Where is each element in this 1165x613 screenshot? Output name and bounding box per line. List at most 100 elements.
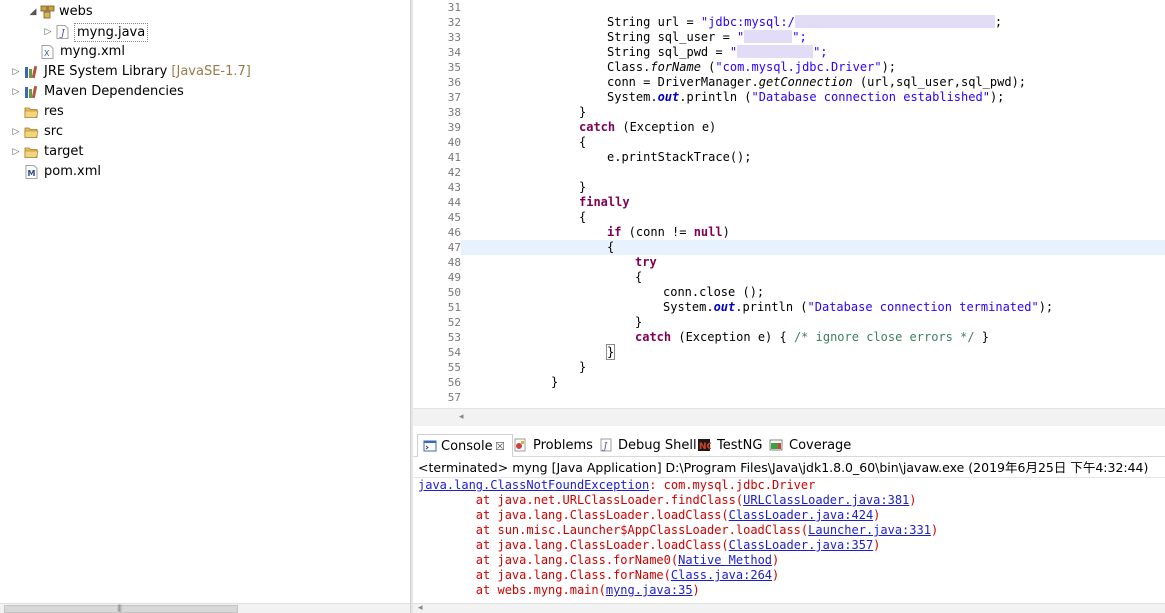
folder-icon: [24, 127, 39, 138]
testng-icon: NG: [698, 439, 711, 452]
line-number: 49: [447, 271, 461, 284]
source-location-link[interactable]: ClassLoader.java:357: [729, 538, 874, 552]
keyword-token: if: [607, 225, 622, 239]
code-line[interactable]: }: [635, 315, 642, 330]
scroll-left-arrow-icon[interactable]: ◂: [418, 603, 423, 613]
code-line[interactable]: }: [605, 344, 616, 360]
line-number: 43: [447, 181, 461, 194]
code-line[interactable]: conn = DriverManager.getConnection (url,…: [607, 75, 1026, 90]
source-location-link[interactable]: myng.java:35: [606, 583, 693, 597]
tab-label: Console: [441, 439, 493, 454]
code-line[interactable]: e.printStackTrace();: [607, 150, 752, 165]
tab-console[interactable]: Console ☒: [417, 434, 513, 457]
close-icon[interactable]: ☒: [495, 435, 505, 458]
tree-item-src[interactable]: ▷ src: [0, 122, 400, 142]
code-line[interactable]: }: [579, 360, 586, 375]
line-number: 57: [447, 391, 461, 404]
tree-item-myng-java[interactable]: ▷ J myng.java: [0, 22, 400, 42]
code-token: (conn !=: [621, 225, 694, 239]
stack-frame: at java.lang.Class.forName0(Native Metho…: [418, 553, 779, 568]
collapsed-arrow-icon[interactable]: ▷: [43, 22, 53, 42]
code-line[interactable]: catch (Exception e): [579, 120, 716, 135]
tree-item-maven-dependencies[interactable]: ▷ Maven Dependencies: [0, 82, 400, 102]
code-token: (: [700, 60, 716, 74]
console-icon: [423, 440, 437, 452]
problems-icon: [514, 438, 526, 452]
string-token: ": [729, 45, 738, 59]
source-location-link[interactable]: Class.java:264: [671, 568, 772, 582]
code-line[interactable]: {: [579, 135, 586, 150]
code-line[interactable]: {: [607, 240, 614, 255]
code-token: }: [974, 330, 990, 344]
code-line[interactable]: String sql_user = " ";: [607, 30, 807, 45]
code-line[interactable]: }: [579, 180, 586, 195]
line-number: 56: [447, 376, 461, 389]
code-line[interactable]: }: [579, 105, 586, 120]
code-token: }: [551, 375, 559, 389]
code-token: out: [657, 90, 680, 104]
console-horizontal-scrollbar[interactable]: ◂: [413, 603, 1165, 613]
keyword-token: try: [635, 255, 657, 269]
collapsed-arrow-icon[interactable]: ▷: [11, 82, 21, 102]
code-line[interactable]: {: [579, 210, 586, 225]
stack-frame-suffix: ): [930, 523, 939, 537]
code-line[interactable]: catch (Exception e) { /* ignore close er…: [635, 330, 989, 345]
code-line[interactable]: try: [635, 255, 657, 270]
code-line[interactable]: System.out.println ("Database connection…: [607, 90, 1004, 105]
code-line[interactable]: String url = "jdbc:mysql:/;: [607, 15, 1002, 30]
code-token: );: [989, 90, 1005, 104]
tree-item-webs[interactable]: ◢ webs: [0, 2, 400, 22]
string-token: ";: [813, 45, 828, 59]
code-line[interactable]: String sql_pwd = " ";: [607, 45, 828, 60]
code-line[interactable]: if (conn != null): [607, 225, 730, 240]
tree-item-myng-xml[interactable]: X myng.xml: [0, 42, 400, 62]
tab-problems[interactable]: Problems: [513, 434, 599, 457]
tab-debug-shell[interactable]: J Debug Shell: [599, 434, 697, 457]
code-token: {: [635, 270, 643, 284]
tree-item-jre-library[interactable]: ▷ JRE System Library [JavaSE-1.7]: [0, 62, 400, 82]
tree-item-target[interactable]: ▷ target: [0, 142, 400, 162]
source-location-link[interactable]: ClassLoader.java:424: [729, 508, 874, 522]
redacted-text: [794, 15, 995, 28]
line-number: 48: [447, 256, 461, 269]
string-token: "jdbc:mysql:/: [700, 15, 795, 29]
source-location-link[interactable]: URLClassLoader.java:381: [743, 493, 909, 507]
tree-item-label: myng.xml: [60, 44, 125, 59]
code-line[interactable]: conn.close ();: [663, 285, 764, 300]
tree-item-res[interactable]: res: [0, 102, 400, 122]
code-line[interactable]: Class.forName ("com.mysql.jdbc.Driver");: [607, 60, 896, 75]
string-token: "com.mysql.jdbc.Driver": [715, 60, 882, 74]
explorer-horizontal-scrollbar[interactable]: |||: [0, 603, 410, 613]
stack-frame-text: at java.net.URLClassLoader.findClass(: [418, 493, 744, 507]
scroll-left-arrow-icon[interactable]: ◂: [459, 412, 464, 422]
tab-coverage[interactable]: Coverage: [769, 434, 859, 457]
code-area[interactable]: String url = "jdbc:mysql:/; String sql_us…: [463, 0, 1165, 408]
source-location-link[interactable]: Native Method: [678, 553, 772, 567]
expanded-arrow-icon[interactable]: ◢: [28, 2, 38, 22]
tab-testng[interactable]: NG TestNG: [697, 434, 769, 457]
code-line[interactable]: System.out.println ("Database connection…: [663, 300, 1053, 315]
code-token: (url,sql_user,sql_pwd);: [852, 75, 1027, 89]
stack-frame: at java.lang.ClassLoader.loadClass(Class…: [418, 508, 881, 523]
code-token: getConnection: [758, 75, 853, 89]
matching-bracket: }: [605, 344, 616, 360]
line-number-gutter: 31 32 33 34 35 36 37 38 39 40 41 42 43 44 45 46 47 48 49 50…: [427, 0, 463, 408]
code-line[interactable]: finally: [579, 195, 630, 210]
code-token: {: [607, 240, 615, 254]
xml-file-icon: X: [41, 45, 54, 59]
collapsed-arrow-icon[interactable]: ▷: [11, 62, 21, 82]
code-editor[interactable]: 31 32 33 34 35 36 37 38 39 40 41 42 43 44 45 46 47 48 49 50…: [413, 0, 1165, 430]
library-icon: [25, 85, 38, 99]
source-location-link[interactable]: Launcher.java:331: [808, 523, 931, 537]
exception-type-link[interactable]: java.lang.ClassNotFoundException: [418, 478, 649, 492]
collapsed-arrow-icon[interactable]: ▷: [11, 122, 21, 142]
console-output[interactable]: java.lang.ClassNotFoundException: com.my…: [413, 478, 1165, 603]
tab-label: TestNG: [717, 438, 763, 453]
code-token: System.: [607, 90, 658, 104]
code-line[interactable]: {: [635, 270, 642, 285]
collapsed-arrow-icon[interactable]: ▷: [11, 142, 21, 162]
editor-horizontal-scrollbar[interactable]: ◂: [413, 408, 1165, 426]
tree-item-pom-xml[interactable]: M pom.xml: [0, 162, 400, 182]
code-line[interactable]: }: [551, 375, 558, 390]
code-token: {: [579, 135, 587, 149]
